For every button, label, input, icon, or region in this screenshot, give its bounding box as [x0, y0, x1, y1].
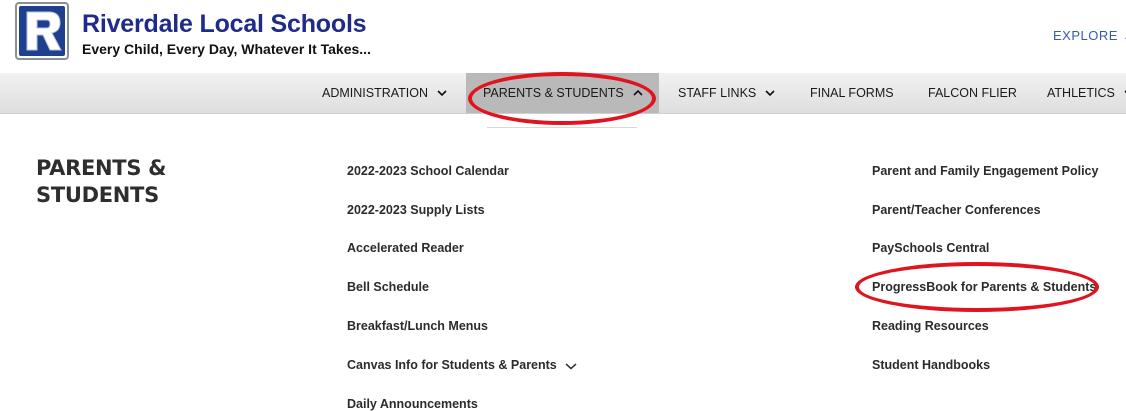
- chevron-down-icon: [765, 89, 775, 97]
- link-bell-schedule[interactable]: Bell Schedule: [347, 280, 429, 294]
- logo-r-icon: [15, 2, 69, 60]
- link-school-calendar[interactable]: 2022-2023 School Calendar: [347, 164, 509, 178]
- link-family-engagement-policy[interactable]: Parent and Family Engagement Policy: [872, 164, 1098, 178]
- link-reading-resources[interactable]: Reading Resources: [872, 319, 989, 333]
- link-supply-lists[interactable]: 2022-2023 Supply Lists: [347, 203, 485, 217]
- chevron-down-icon[interactable]: [565, 359, 577, 373]
- nav-item-final-forms[interactable]: FINAL FORMS: [810, 73, 894, 113]
- nav-item-administration[interactable]: ADMINISTRATION: [322, 73, 447, 113]
- nav-item-label: ATHLETICS: [1047, 86, 1115, 100]
- school-logo[interactable]: [15, 2, 69, 60]
- link-accelerated-reader[interactable]: Accelerated Reader: [347, 241, 464, 255]
- nav-item-label: ADMINISTRATION: [322, 86, 429, 100]
- site-tagline: Every Child, Every Day, Whatever It Take…: [82, 41, 371, 57]
- nav-item-falcon-flier[interactable]: FALCON FLIER: [928, 73, 1017, 113]
- section-title: PARENTS & STUDENTS: [36, 156, 167, 207]
- link-parent-teacher-conferences[interactable]: Parent/Teacher Conferences: [872, 203, 1041, 217]
- link-student-handbooks[interactable]: Student Handbooks: [872, 358, 990, 372]
- site-title[interactable]: Riverdale Local Schools: [82, 10, 367, 39]
- nav-item-label: STAFF LINKS: [678, 86, 757, 100]
- explore-label: EXPLORE: [1053, 28, 1118, 43]
- nav-item-athletics[interactable]: ATHLETICS: [1047, 73, 1126, 113]
- chevron-down-icon: [437, 89, 447, 97]
- link-payschools-central[interactable]: PaySchools Central: [872, 241, 989, 255]
- link-label: Canvas Info for Students & Parents: [347, 358, 557, 372]
- nav-item-label: FALCON FLIER: [928, 86, 1017, 100]
- link-progressbook[interactable]: ProgressBook for Parents & Students: [872, 280, 1096, 294]
- active-tab-indicator: [487, 127, 637, 128]
- nav-item-staff-links[interactable]: STAFF LINKS: [678, 73, 775, 113]
- nav-item-label: FINAL FORMS: [810, 86, 894, 100]
- link-canvas-info[interactable]: Canvas Info for Students & Parents: [347, 358, 577, 373]
- nav-item-label: PARENTS & STUDENTS: [483, 86, 624, 100]
- link-breakfast-lunch-menus[interactable]: Breakfast/Lunch Menus: [347, 319, 488, 333]
- chevron-up-icon: [633, 89, 643, 97]
- nav-item-parents-students[interactable]: PARENTS & STUDENTS: [466, 73, 659, 113]
- explore-menu[interactable]: EXPLORE⌄: [1053, 28, 1126, 43]
- main-nav: ADMINISTRATION PARENTS & STUDENTS STAFF …: [0, 73, 1126, 114]
